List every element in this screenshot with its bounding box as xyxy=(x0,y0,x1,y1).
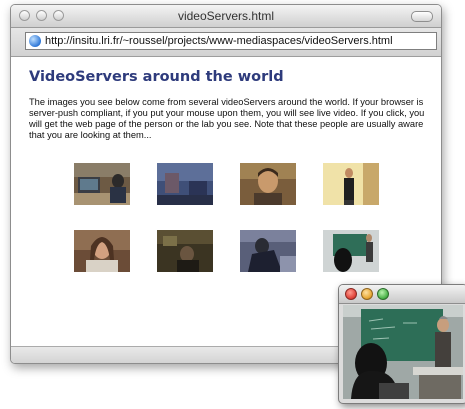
page-heading: VideoServers around the world xyxy=(29,69,284,85)
video-window-title-bar[interactable] xyxy=(339,285,465,304)
dark-room-image xyxy=(157,230,213,272)
video-thumbnail-office-desk[interactable] xyxy=(74,163,130,205)
intro-paragraph: The images you see below come from sever… xyxy=(29,97,425,140)
video-thumbnail-woman-desk[interactable] xyxy=(74,230,130,272)
person-face-image xyxy=(240,163,296,205)
address-bar[interactable]: http://insitu.lri.fr/~roussel/projects/w… xyxy=(25,32,437,50)
toolbar-toggle-button[interactable] xyxy=(411,11,433,22)
video-thumbnail-classroom[interactable] xyxy=(323,230,379,272)
live-video-window[interactable] xyxy=(338,284,465,404)
blue-room-image xyxy=(157,163,213,205)
video-close-button[interactable] xyxy=(345,288,357,300)
video-thumbnail-dark-room[interactable] xyxy=(157,230,213,272)
live-video-classroom xyxy=(343,305,463,399)
toolbar: http://insitu.lri.fr/~roussel/projects/w… xyxy=(11,28,441,57)
person-leaning-image xyxy=(240,230,296,272)
video-thumbnail-person-leaning[interactable] xyxy=(240,230,296,272)
video-minimize-button[interactable] xyxy=(361,288,373,300)
globe-icon xyxy=(29,35,41,47)
video-thumbnail-person-standing[interactable] xyxy=(323,163,379,205)
classroom-image xyxy=(323,230,379,272)
window-title: videoServers.html xyxy=(177,9,275,23)
url-text[interactable]: http://insitu.lri.fr/~roussel/projects/w… xyxy=(45,35,393,47)
video-thumbnail-person-face[interactable] xyxy=(240,163,296,205)
video-thumbnail-blue-room[interactable] xyxy=(157,163,213,205)
person-standing-image xyxy=(323,163,379,205)
title-bar[interactable]: videoServers.html xyxy=(11,5,441,28)
video-zoom-button[interactable] xyxy=(377,288,389,300)
office-desk-image xyxy=(74,163,130,205)
woman-desk-image xyxy=(74,230,130,272)
